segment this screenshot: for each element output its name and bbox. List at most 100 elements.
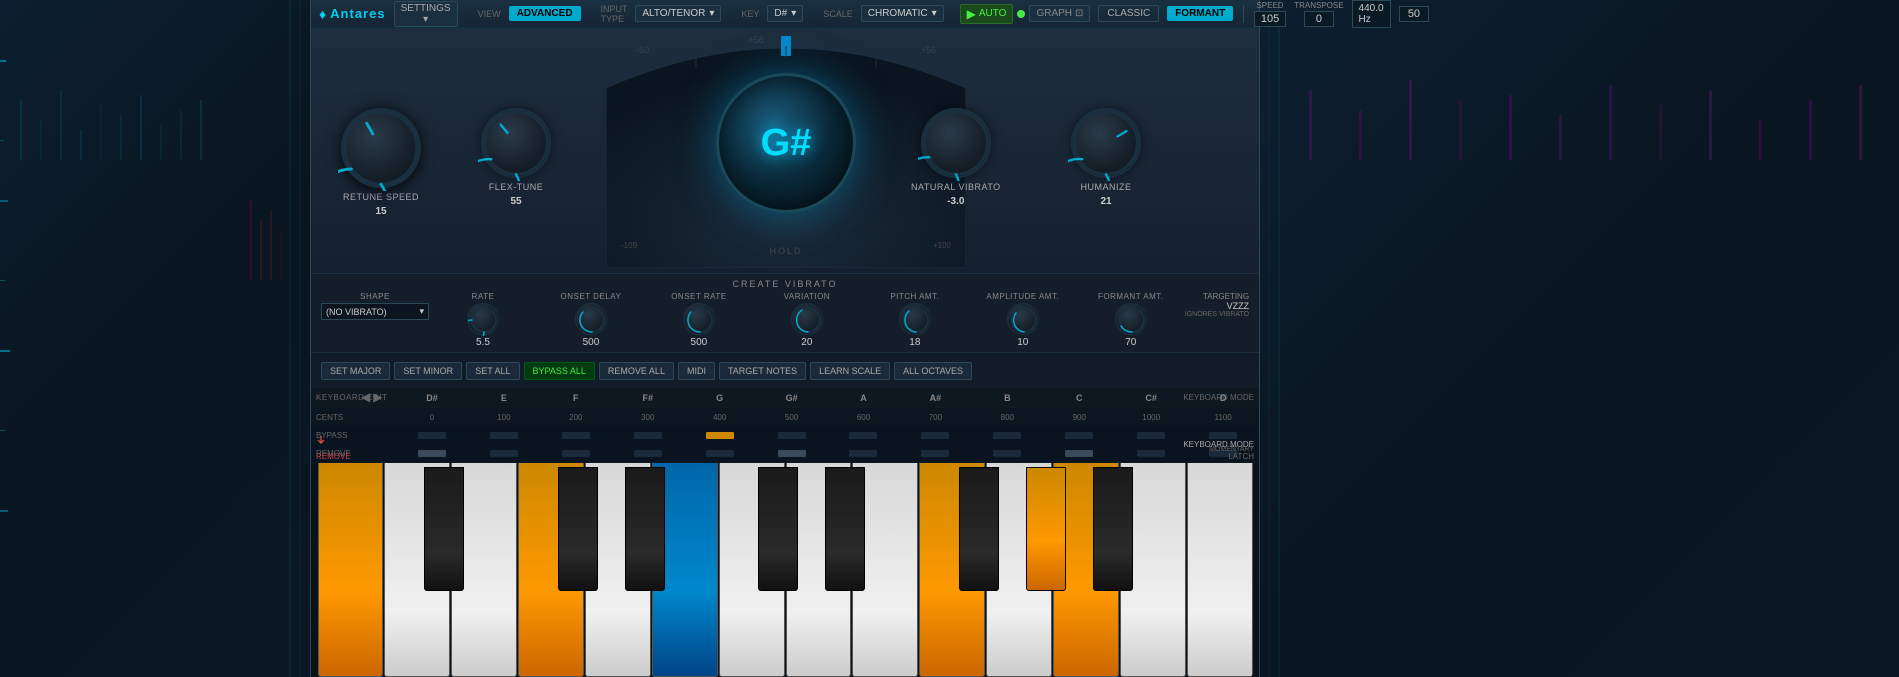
bypass-bar-E[interactable] xyxy=(490,432,518,439)
black-key-0[interactable] xyxy=(424,467,464,591)
remove-bar-A[interactable] xyxy=(849,450,877,457)
remove-cell-G[interactable] xyxy=(684,450,756,457)
bypass-cell-G[interactable] xyxy=(684,432,756,439)
cents-value-3: 300 xyxy=(612,413,684,422)
key-dropdown[interactable]: D# ▾ xyxy=(767,5,803,22)
variation-knob[interactable] xyxy=(791,303,823,335)
flex-tune-knob[interactable] xyxy=(481,108,551,178)
remove-cell-E[interactable] xyxy=(468,450,540,457)
nav-left-arrow[interactable]: ◀ xyxy=(361,390,370,404)
formant-button[interactable]: FORMANT xyxy=(1167,6,1233,21)
bypass-cell-C#[interactable] xyxy=(1115,432,1187,439)
scale-dropdown[interactable]: CHROMATIC ▾ xyxy=(861,5,944,22)
amplitude-amt-knob[interactable] xyxy=(1007,303,1039,335)
classic-button[interactable]: CLASSIC xyxy=(1098,5,1159,22)
bypass-cell-E[interactable] xyxy=(468,432,540,439)
black-key-7[interactable] xyxy=(1093,467,1133,591)
bypass-bar-C#[interactable] xyxy=(1137,432,1165,439)
remove-bar-C#[interactable] xyxy=(1137,450,1165,457)
bypass-cell-C[interactable] xyxy=(1043,432,1115,439)
advanced-button[interactable]: ADVANCED xyxy=(509,6,581,21)
bypass-all-button[interactable]: BYPASS ALL xyxy=(524,362,595,380)
humanize-knob[interactable] xyxy=(1071,108,1141,178)
set-minor-button[interactable]: SET MINOR xyxy=(394,362,462,380)
cents-value-2: 200 xyxy=(540,413,612,422)
remove-bar-G[interactable] xyxy=(706,450,734,457)
white-key-0[interactable] xyxy=(318,463,384,677)
retune-speed-knob[interactable] xyxy=(341,108,421,188)
black-key-6[interactable] xyxy=(1026,467,1066,591)
remove-cell-B[interactable] xyxy=(971,450,1043,457)
remove-cell-A[interactable] xyxy=(828,450,900,457)
remove-cell-C[interactable] xyxy=(1043,450,1115,457)
set-major-button[interactable]: SET MAJOR xyxy=(321,362,390,380)
bypass-bar-B[interactable] xyxy=(993,432,1021,439)
bypass-bar-D#[interactable] xyxy=(418,432,446,439)
set-all-button[interactable]: SET ALL xyxy=(466,362,519,380)
bypass-cell-D[interactable] xyxy=(1187,432,1259,439)
remove-cell-F#[interactable] xyxy=(612,450,684,457)
variation-label: VARIATION xyxy=(784,292,830,301)
bypass-cell-B[interactable] xyxy=(971,432,1043,439)
voice-type-dropdown[interactable]: ALTO/TENOR ▾ xyxy=(635,5,721,22)
black-key-4[interactable] xyxy=(825,467,865,591)
rate-knob[interactable] xyxy=(467,303,499,335)
remove-cell-C#[interactable] xyxy=(1115,450,1187,457)
midi-button[interactable]: MIDI xyxy=(678,362,715,380)
remove-bar-F[interactable] xyxy=(562,450,590,457)
pitch-hz-display[interactable]: 440.0 Hz xyxy=(1352,0,1391,28)
nav-right-arrow[interactable]: ▶ xyxy=(373,390,382,404)
bypass-cell-F#[interactable] xyxy=(612,432,684,439)
limit-value[interactable]: 50 xyxy=(1399,6,1429,22)
settings-button[interactable]: SETTINGS ▾ xyxy=(394,1,458,27)
black-key-3[interactable] xyxy=(758,467,798,591)
bypass-bar-D[interactable] xyxy=(1209,432,1237,439)
vibrato-onset-rate-param: ONSET RATE 500 xyxy=(645,292,753,348)
remove-bar-A#[interactable] xyxy=(921,450,949,457)
shape-dropdown[interactable]: (NO VIBRATO) ▾ xyxy=(321,303,429,320)
remove-cell-G#[interactable] xyxy=(756,450,828,457)
bypass-bar-F[interactable] xyxy=(562,432,590,439)
all-octaves-button[interactable]: ALL OCTAVES xyxy=(894,362,972,380)
remove-bar-C[interactable] xyxy=(1065,450,1093,457)
bypass-bar-G[interactable] xyxy=(706,432,734,439)
natural-vibrato-container: NATURAL VIBRATO -3.0 xyxy=(911,108,1001,207)
remove-all-button[interactable]: REMOVE ALL xyxy=(599,362,674,380)
bypass-bar-C[interactable] xyxy=(1065,432,1093,439)
black-key-1[interactable] xyxy=(558,467,598,591)
bypass-cell-G#[interactable] xyxy=(756,432,828,439)
white-key-13[interactable] xyxy=(1187,463,1253,677)
remove-bar-G#[interactable] xyxy=(778,450,806,457)
bypass-cell-A#[interactable] xyxy=(899,432,971,439)
black-key-5[interactable] xyxy=(959,467,999,591)
auto-button[interactable]: ▶ AUTO xyxy=(960,4,1014,24)
pitch-amt-knob[interactable] xyxy=(899,303,931,335)
bypass-cell-D#[interactable] xyxy=(396,432,468,439)
graph-button[interactable]: GRAPH ⊡ xyxy=(1029,5,1090,22)
remove-cell-A#[interactable] xyxy=(899,450,971,457)
onset-delay-knob[interactable] xyxy=(575,303,607,335)
target-notes-button[interactable]: TARGET NOTES xyxy=(719,362,806,380)
bypass-cell-A[interactable] xyxy=(828,432,900,439)
remove-bar-E[interactable] xyxy=(490,450,518,457)
remove-bar-F#[interactable] xyxy=(634,450,662,457)
bypass-bar-G#[interactable] xyxy=(778,432,806,439)
black-key-2[interactable] xyxy=(625,467,665,591)
onset-rate-knob[interactable] xyxy=(683,303,715,335)
bypass-cell-F[interactable] xyxy=(540,432,612,439)
remove-cell-F[interactable] xyxy=(540,450,612,457)
pitch-center-knob[interactable]: G# xyxy=(716,73,856,213)
note-header-G: G xyxy=(684,388,756,408)
natural-vibrato-knob[interactable] xyxy=(921,108,991,178)
remove-bar-B[interactable] xyxy=(993,450,1021,457)
remove-cell-D#[interactable] xyxy=(396,450,468,457)
formant-amt-knob[interactable] xyxy=(1115,303,1147,335)
note-header-B: B xyxy=(971,388,1043,408)
bypass-bar-A#[interactable] xyxy=(921,432,949,439)
learn-scale-button[interactable]: LEARN SCALE xyxy=(810,362,890,380)
remove-bar-D#[interactable] xyxy=(418,450,446,457)
transpose-value[interactable]: 0 xyxy=(1304,11,1334,27)
bypass-bar-A[interactable] xyxy=(849,432,877,439)
speed-value[interactable]: 105 xyxy=(1254,11,1286,27)
bypass-bar-F#[interactable] xyxy=(634,432,662,439)
